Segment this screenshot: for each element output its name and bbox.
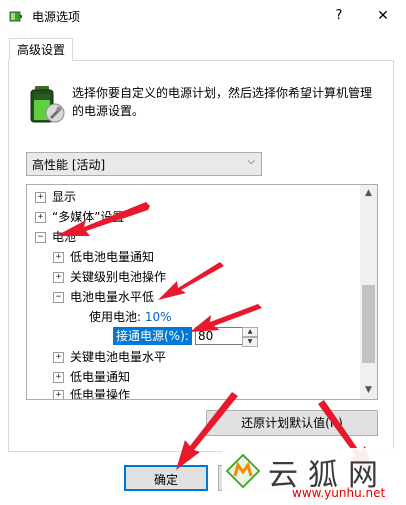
tree-item-label: 低电量操作 <box>70 388 131 400</box>
close-button[interactable]: ✕ <box>370 4 396 28</box>
ok-button[interactable]: 确定 <box>124 465 208 491</box>
setting-on-battery[interactable]: 使用电池: 10% <box>89 307 172 327</box>
expand-icon[interactable]: + <box>35 192 46 203</box>
description-text: 选择你要自定义的电源计划，然后选择你希望计算机管理的电源设置。 <box>72 86 373 118</box>
watermark: 云狐网 www.yunhu.net <box>222 448 406 505</box>
collapse-icon[interactable]: − <box>35 232 46 243</box>
tree-item-battery[interactable]: − 电池 <box>35 227 76 247</box>
percent-stepper[interactable]: ▲ ▼ <box>242 327 258 347</box>
tree-item-label: 低电量通知 <box>70 370 131 384</box>
power-plan-select[interactable]: 高性能 [活动] ⌵ <box>26 152 262 176</box>
window-title: 电源选项 <box>32 10 81 24</box>
power-options-icon <box>9 11 22 22</box>
collapse-icon[interactable]: − <box>53 292 64 303</box>
setting-value[interactable]: 10% <box>145 310 172 324</box>
tab-advanced-settings[interactable]: 高级设置 <box>9 38 73 61</box>
power-plan-value: 高性能 [活动] <box>32 158 106 172</box>
tree-item-label: 关键级别电池操作 <box>70 270 167 284</box>
tree-item-label: “多媒体”设置 <box>52 210 125 224</box>
tree-item-low-action[interactable]: + 低电量操作 <box>53 385 131 400</box>
tree-item-label: 关键电池电量水平 <box>70 350 167 364</box>
setting-label: 使用电池: <box>89 310 142 324</box>
tree-item-label: 低电池电量通知 <box>70 250 155 264</box>
tree-item-critical-battery-level[interactable]: + 关键电池电量水平 <box>53 347 166 367</box>
tree-item-critical-battery-action[interactable]: + 关键级别电池操作 <box>53 267 166 287</box>
settings-tree[interactable]: + 显示 + “多媒体”设置 − 电池 + 低电池电量通知 + 关键级别电池操作 − 电池电… <box>26 184 378 400</box>
spin-up-icon[interactable]: ▲ <box>242 327 258 337</box>
expand-icon[interactable]: + <box>53 252 64 263</box>
scroll-down-icon[interactable]: ▼ <box>360 382 377 399</box>
restore-defaults-button[interactable]: 还原计划默认值(R) <box>206 410 378 436</box>
expand-icon[interactable]: + <box>53 352 64 363</box>
expand-icon[interactable]: + <box>53 390 64 399</box>
watermark-url: www.yunhu.net <box>292 486 386 500</box>
chevron-down-icon: ⌵ <box>247 156 255 167</box>
tree-item-low-battery-notification[interactable]: + 低电池电量通知 <box>53 247 154 267</box>
setting-plugged-in-label: 接通电源(%): <box>113 327 192 345</box>
expand-icon[interactable]: + <box>35 212 46 223</box>
expand-icon[interactable]: + <box>53 272 64 283</box>
tree-item-low-notification[interactable]: + 低电量通知 <box>53 367 130 387</box>
scroll-thumb[interactable] <box>362 285 375 363</box>
title-bar: 电源选项 ? ✕ <box>0 0 406 32</box>
spin-down-icon[interactable]: ▼ <box>242 337 258 347</box>
tree-item-label: 电池 <box>52 230 77 244</box>
tree-scrollbar[interactable]: ▲ ▼ <box>360 185 377 399</box>
plugged-in-percent-input[interactable]: 80 <box>195 327 243 345</box>
tree-item-multimedia[interactable]: + “多媒体”设置 <box>35 207 124 227</box>
tree-item-low-battery-level[interactable]: − 电池电量水平低 <box>53 287 154 307</box>
tree-item-display[interactable]: + 显示 <box>35 187 76 207</box>
help-button[interactable]: ? <box>326 4 352 28</box>
watermark-logo <box>226 454 260 488</box>
scroll-up-icon[interactable]: ▲ <box>360 185 377 202</box>
expand-icon[interactable]: + <box>53 372 64 383</box>
tree-item-label: 电池电量水平低 <box>70 290 155 304</box>
tree-item-label: 显示 <box>52 190 77 204</box>
battery-settings-icon <box>30 86 65 123</box>
